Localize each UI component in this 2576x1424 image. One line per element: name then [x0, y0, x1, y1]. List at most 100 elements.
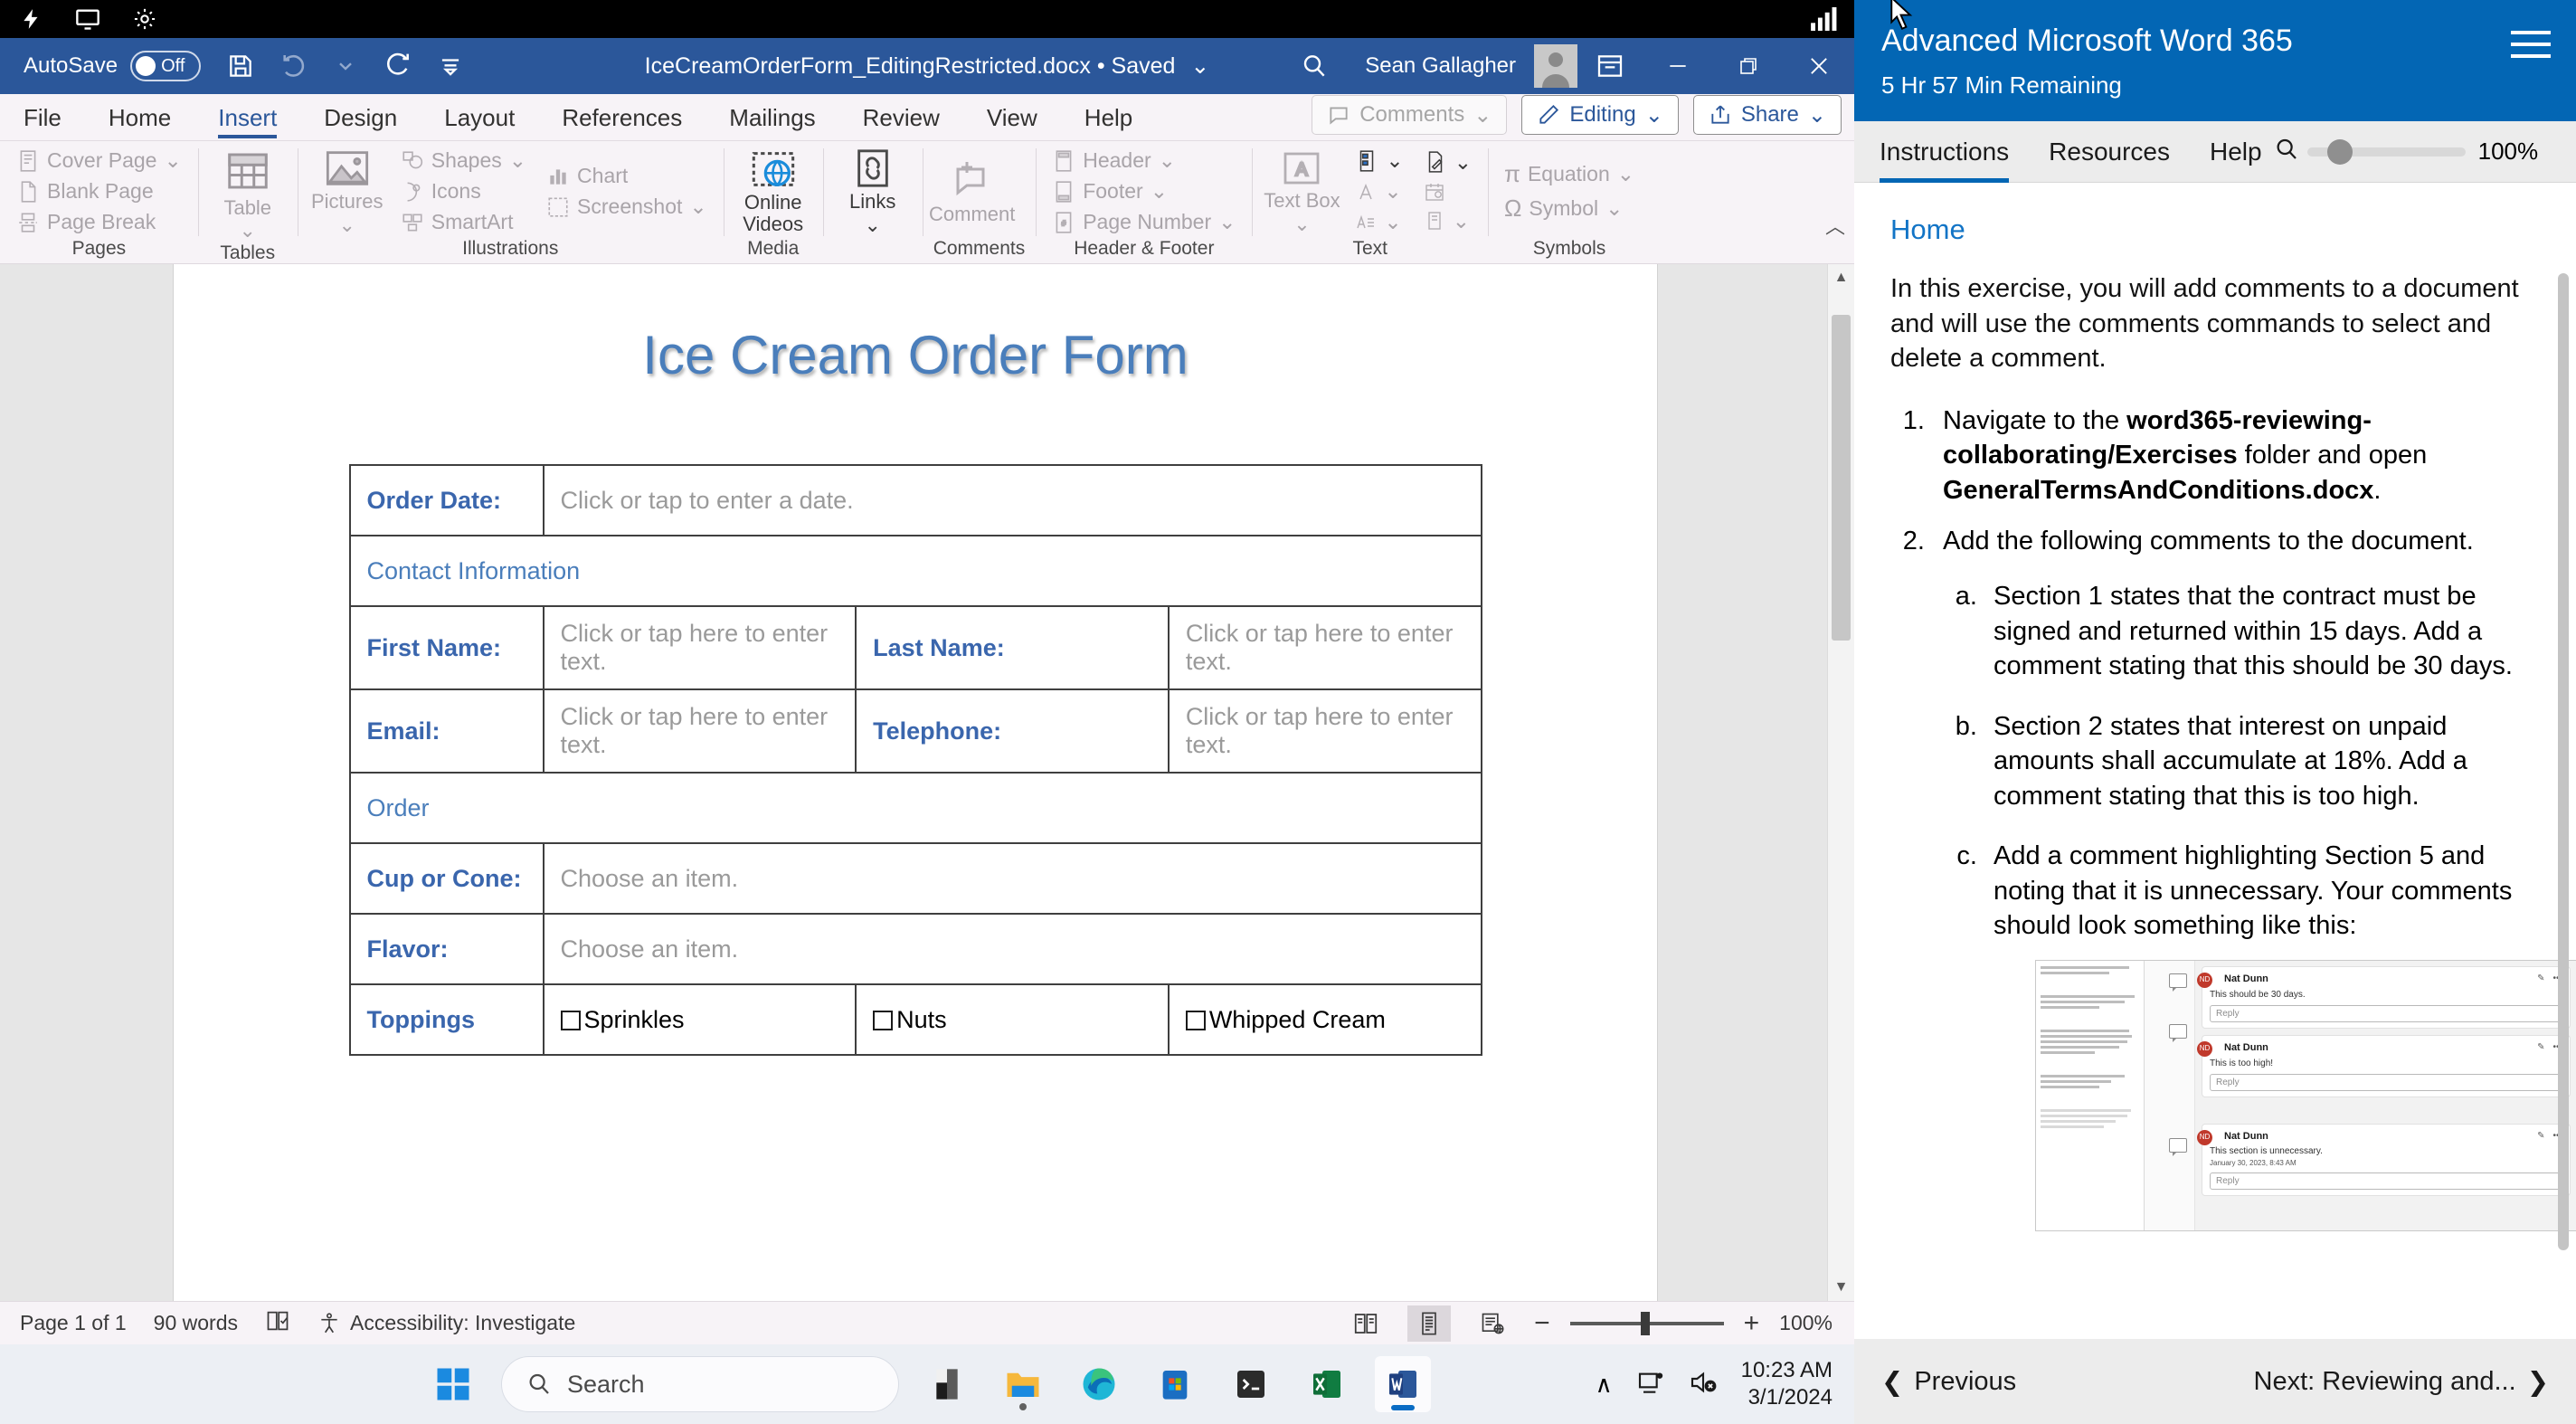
title-dropdown-icon[interactable]: ⌄: [1190, 53, 1209, 79]
terminal-icon[interactable]: [1223, 1356, 1279, 1412]
search-icon[interactable]: [1282, 38, 1347, 94]
zoom-out-button[interactable]: −: [1534, 1308, 1550, 1339]
share-chevron-icon[interactable]: ⌄: [1808, 102, 1826, 128]
panel-zoom-control[interactable]: 100%: [2306, 138, 2538, 166]
tab-view[interactable]: View: [963, 95, 1061, 140]
page-break-button[interactable]: Page Break: [11, 208, 187, 236]
document-title[interactable]: IceCreamOrderForm_EditingRestricted.docx…: [645, 52, 1210, 80]
table-row[interactable]: Order Date: Click or tap to enter a date…: [348, 464, 1482, 536]
zoom-slider-thumb[interactable]: [1640, 1311, 1650, 1335]
start-icon[interactable]: [425, 1356, 481, 1412]
ribbon-display-options-icon[interactable]: [1577, 38, 1643, 94]
table-row[interactable]: Cup or Cone: Choose an item.: [348, 842, 1482, 915]
edge-icon[interactable]: [1071, 1356, 1127, 1412]
proofing-icon[interactable]: [265, 1309, 290, 1338]
signature-line-button[interactable]: ⌄: [1418, 148, 1477, 176]
text-box-chevron-icon[interactable]: ⌄: [1293, 213, 1310, 233]
object-button[interactable]: ⌄: [1418, 207, 1477, 235]
document-scrollbar[interactable]: ▲ ▼: [1827, 264, 1854, 1301]
symbol-chevron-icon[interactable]: ⌄: [1605, 196, 1623, 221]
scroll-up-icon[interactable]: ▲: [1828, 264, 1854, 291]
table-row[interactable]: First Name: Click or tap here to enter t…: [348, 605, 1482, 690]
word-icon[interactable]: [1375, 1356, 1431, 1412]
footer-chevron-icon[interactable]: ⌄: [1151, 179, 1168, 204]
tab-references[interactable]: References: [538, 95, 706, 140]
email-field[interactable]: Click or tap here to enter text.: [542, 688, 857, 774]
header-chevron-icon[interactable]: ⌄: [1159, 148, 1176, 173]
cover-page-button[interactable]: Cover Page ⌄: [11, 147, 187, 175]
settings-gear-icon[interactable]: [132, 6, 157, 32]
comments-chevron-icon[interactable]: ⌄: [1473, 102, 1492, 128]
links-button[interactable]: Links ⌄: [834, 147, 912, 236]
minimize-button[interactable]: [1643, 38, 1713, 94]
drop-cap-chevron-icon[interactable]: ⌄: [1384, 210, 1401, 234]
home-breadcrumb[interactable]: Home: [1890, 214, 2540, 246]
display-icon[interactable]: [74, 6, 101, 32]
tab-home[interactable]: Home: [85, 95, 194, 140]
previous-button[interactable]: ❮ Previous: [1881, 1366, 2016, 1398]
panel-zoom-thumb[interactable]: [2326, 138, 2353, 165]
tab-help[interactable]: Help: [1061, 95, 1156, 140]
page-number-chevron-icon[interactable]: ⌄: [1218, 210, 1236, 234]
object-chevron-icon[interactable]: ⌄: [1453, 209, 1470, 233]
symbol-button[interactable]: Ω Symbol ⌄: [1499, 193, 1640, 224]
share-button[interactable]: Share ⌄: [1692, 95, 1842, 135]
smartart-button[interactable]: SmartArt: [395, 208, 532, 236]
save-icon[interactable]: [224, 50, 257, 82]
signature-chevron-icon[interactable]: ⌄: [1454, 150, 1472, 175]
comments-button[interactable]: Comments ⌄: [1312, 95, 1508, 135]
zoom-in-button[interactable]: +: [1744, 1308, 1760, 1339]
comment-button[interactable]: Comment: [929, 147, 1015, 236]
print-layout-icon[interactable]: [1407, 1305, 1452, 1342]
show-hidden-icons-icon[interactable]: ∧: [1596, 1371, 1613, 1399]
links-chevron-icon[interactable]: ⌄: [864, 214, 880, 234]
avatar[interactable]: [1534, 44, 1577, 88]
undo-dropdown-icon[interactable]: [329, 50, 362, 82]
page-indicator[interactable]: Page 1 of 1: [20, 1311, 127, 1335]
scroll-down-icon[interactable]: ▼: [1828, 1274, 1854, 1301]
redo-icon[interactable]: [382, 50, 414, 82]
table-row[interactable]: Toppings Sprinkles Nuts Whipped Cream: [348, 983, 1482, 1056]
panel-zoom-slider[interactable]: [2306, 138, 2466, 165]
web-layout-icon[interactable]: [1471, 1305, 1514, 1342]
editing-button[interactable]: Editing ⌄: [1521, 95, 1679, 135]
nuts-checkbox[interactable]: [873, 1010, 894, 1030]
quick-parts-chevron-icon[interactable]: ⌄: [1386, 148, 1403, 173]
zoom-level[interactable]: 100%: [1779, 1311, 1833, 1335]
shapes-chevron-icon[interactable]: ⌄: [509, 148, 526, 173]
scrollbar-thumb[interactable]: [1832, 315, 1851, 641]
online-videos-button[interactable]: Online Videos: [734, 147, 812, 236]
network-icon[interactable]: [1636, 1369, 1665, 1400]
customize-toolbar-icon[interactable]: [434, 50, 467, 82]
topping-nuts[interactable]: Nuts: [855, 983, 1170, 1056]
whipped-cream-checkbox[interactable]: [1185, 1010, 1206, 1030]
tab-layout[interactable]: Layout: [421, 95, 538, 140]
quick-parts-button[interactable]: ⌄: [1350, 147, 1408, 175]
editing-chevron-icon[interactable]: ⌄: [1645, 102, 1663, 128]
cover-page-chevron-icon[interactable]: ⌄: [164, 148, 181, 173]
zoom-slider[interactable]: [1569, 1311, 1724, 1335]
tab-instructions[interactable]: Instructions: [1880, 121, 2029, 183]
search-input[interactable]: Search: [501, 1356, 899, 1412]
screenshot-button[interactable]: Screenshot ⌄: [541, 193, 713, 221]
page-number-button[interactable]: # Page Number ⌄: [1046, 208, 1241, 236]
autosave-control[interactable]: AutoSave Off: [24, 51, 202, 81]
volume-muted-icon[interactable]: [1689, 1369, 1718, 1400]
table-button[interactable]: Table ⌄: [209, 147, 287, 241]
tab-mailings[interactable]: Mailings: [706, 95, 838, 140]
accessibility-status[interactable]: Accessibility: Investigate: [317, 1311, 575, 1335]
next-button[interactable]: Next: Reviewing and... ❯: [2254, 1366, 2549, 1398]
text-box-button[interactable]: A Text Box ⌄: [1263, 147, 1340, 236]
power-icon[interactable]: [20, 5, 43, 33]
collapse-ribbon-icon[interactable]: ︿: [1825, 211, 1845, 240]
footer-button[interactable]: Footer ⌄: [1046, 177, 1241, 205]
panel-scrollbar-thumb[interactable]: [2558, 273, 2569, 1250]
wordart-chevron-icon[interactable]: ⌄: [1384, 179, 1401, 204]
first-name-field[interactable]: Click or tap here to enter text.: [542, 605, 857, 690]
header-button[interactable]: Header ⌄: [1046, 147, 1241, 175]
equation-button[interactable]: π Equation ⌄: [1499, 158, 1640, 190]
tab-resources[interactable]: Resources: [2029, 121, 2190, 183]
equation-chevron-icon[interactable]: ⌄: [1617, 162, 1634, 186]
tab-review[interactable]: Review: [839, 95, 963, 140]
undo-icon[interactable]: [277, 50, 309, 82]
